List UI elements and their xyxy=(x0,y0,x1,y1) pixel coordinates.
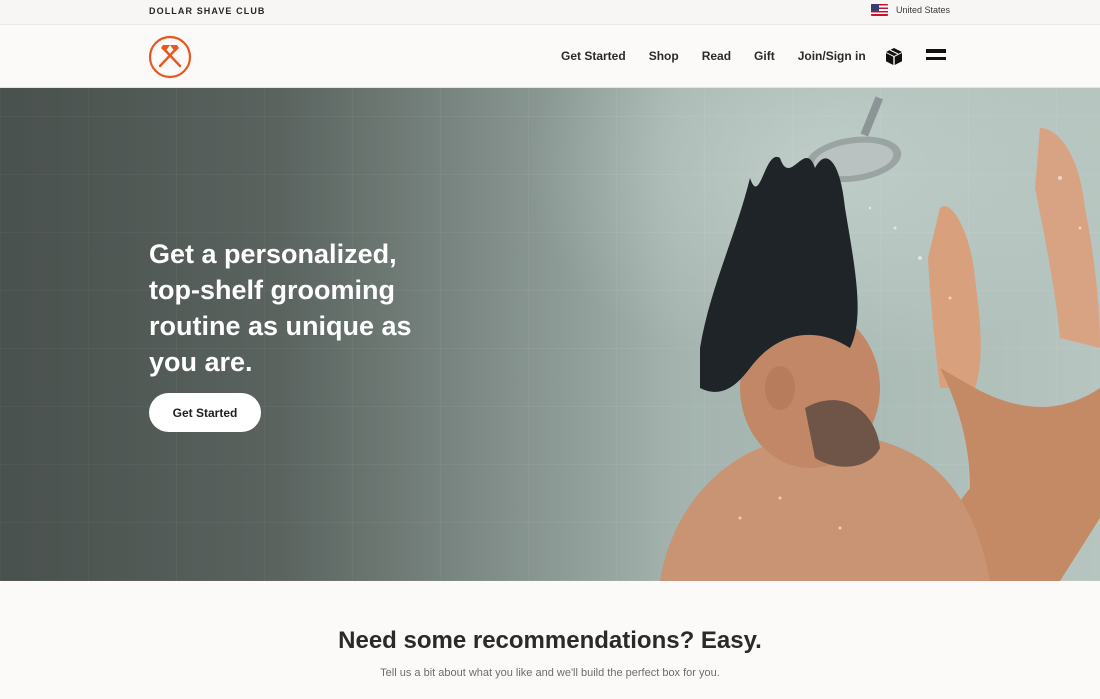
nav-shop[interactable]: Shop xyxy=(649,49,679,63)
nav-get-started[interactable]: Get Started xyxy=(561,49,626,63)
nav-read[interactable]: Read xyxy=(702,49,731,63)
hero-banner: Get a personalized, top-shelf grooming r… xyxy=(0,88,1100,581)
locale-selector[interactable]: United States xyxy=(870,4,950,16)
get-started-button[interactable]: Get Started xyxy=(149,393,261,432)
recommendations-subtitle: Tell us a bit about what you like and we… xyxy=(380,667,720,679)
primary-nav: Get Started Shop Read Gift Join/Sign in xyxy=(561,49,889,63)
nav-gift[interactable]: Gift xyxy=(754,49,775,63)
nav-join-sign-in[interactable]: Join/Sign in xyxy=(798,49,866,63)
logo-hammers-icon[interactable] xyxy=(148,35,192,79)
recommendations-title: Need some recommendations? Easy. xyxy=(338,627,762,654)
us-flag-icon xyxy=(870,4,888,16)
utility-bar: DOLLAR SHAVE CLUB United States xyxy=(0,0,1100,25)
menu-icon[interactable] xyxy=(926,49,946,64)
hero-man-showering-image xyxy=(660,96,1100,581)
main-nav: Get Started Shop Read Gift Join/Sign in xyxy=(0,25,1100,88)
box-icon[interactable] xyxy=(885,47,903,66)
hero-headline: Get a personalized, top-shelf grooming r… xyxy=(149,239,412,377)
brand-wordmark[interactable]: DOLLAR SHAVE CLUB xyxy=(149,6,266,16)
locale-label: United States xyxy=(895,5,950,15)
